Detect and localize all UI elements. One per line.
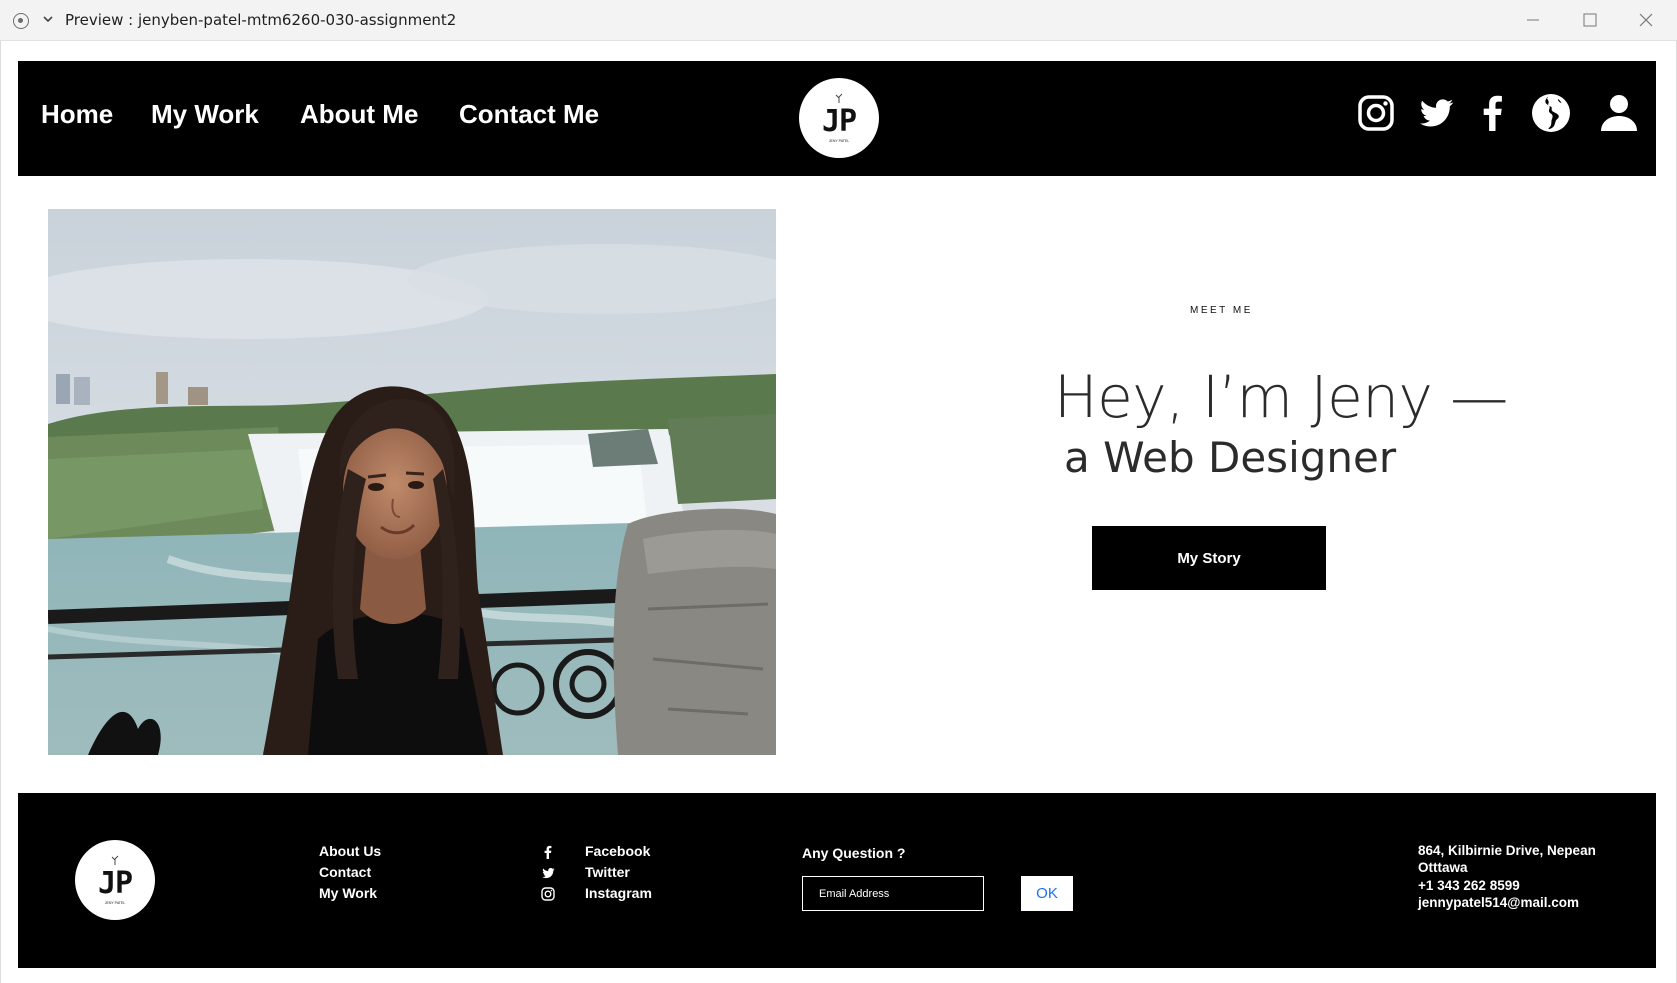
nav-about-me[interactable]: About Me [300, 99, 418, 130]
address-line2: Otttawa [1418, 860, 1468, 875]
facebook-icon[interactable] [1473, 93, 1513, 133]
nav-contact-me[interactable]: Contact Me [459, 99, 599, 130]
facebook-icon [544, 845, 552, 859]
footer-link-twitter[interactable]: Twitter [585, 864, 630, 880]
footer-link-about-us[interactable]: About Us [319, 843, 381, 859]
address-line1: 864, Kilbirnie Drive, Nepean [1418, 843, 1596, 858]
footer-logo-subtitle: JENY PATEL [104, 901, 126, 905]
any-question-label: Any Question ? [802, 845, 906, 861]
chevron-down-icon[interactable] [41, 12, 55, 26]
email-input[interactable] [802, 876, 984, 911]
footer-logo[interactable]: JP JENY PATEL [75, 840, 155, 920]
maximize-icon[interactable] [1580, 10, 1600, 30]
phone-number: +1 343 262 8599 [1418, 878, 1520, 893]
hero-portrait-photo [48, 209, 776, 755]
user-icon[interactable] [1599, 93, 1639, 133]
instagram-icon[interactable] [1356, 93, 1396, 133]
twitter-icon[interactable] [1416, 93, 1456, 133]
instagram-icon [541, 887, 555, 901]
footer-link-my-work[interactable]: My Work [319, 885, 377, 901]
sprig-icon [111, 855, 119, 865]
twitter-icon [542, 868, 555, 879]
minimize-icon[interactable] [1523, 10, 1543, 30]
hero-eyebrow: MEET ME [1190, 305, 1253, 316]
nav-home[interactable]: Home [41, 99, 113, 130]
footer-link-facebook[interactable]: Facebook [585, 843, 650, 859]
hero-headline-line1: Hey, I’m Jeny — [1054, 363, 1508, 431]
my-story-button[interactable]: My Story [1092, 526, 1326, 590]
site-logo[interactable]: JP JENY PATEL [799, 78, 879, 158]
logo-initials: JP [821, 104, 857, 139]
site-header: Home My Work About Me Contact Me JP JENY… [18, 61, 1656, 176]
window-title: Preview : jenyben-patel-mtm6260-030-assi… [65, 11, 457, 29]
footer-link-instagram[interactable]: Instagram [585, 885, 652, 901]
nav-my-work[interactable]: My Work [151, 99, 259, 130]
close-icon[interactable] [1636, 10, 1656, 30]
logo-subtitle: JENY PATEL [828, 139, 850, 143]
window-titlebar: Preview : jenyben-patel-mtm6260-030-assi… [0, 0, 1677, 41]
ok-button[interactable]: OK [1021, 876, 1073, 911]
footer-link-contact[interactable]: Contact [319, 864, 371, 880]
globe-icon[interactable] [1531, 93, 1571, 133]
footer-logo-initials: JP [97, 866, 133, 901]
app-record-icon[interactable] [13, 13, 29, 29]
sprig-icon [835, 93, 843, 103]
email-address: jennypatel514@mail.com [1418, 895, 1579, 910]
hero-headline-line2: a Web Designer [1064, 433, 1397, 482]
site-footer: JP JENY PATEL About Us Contact My Work F… [18, 793, 1656, 968]
